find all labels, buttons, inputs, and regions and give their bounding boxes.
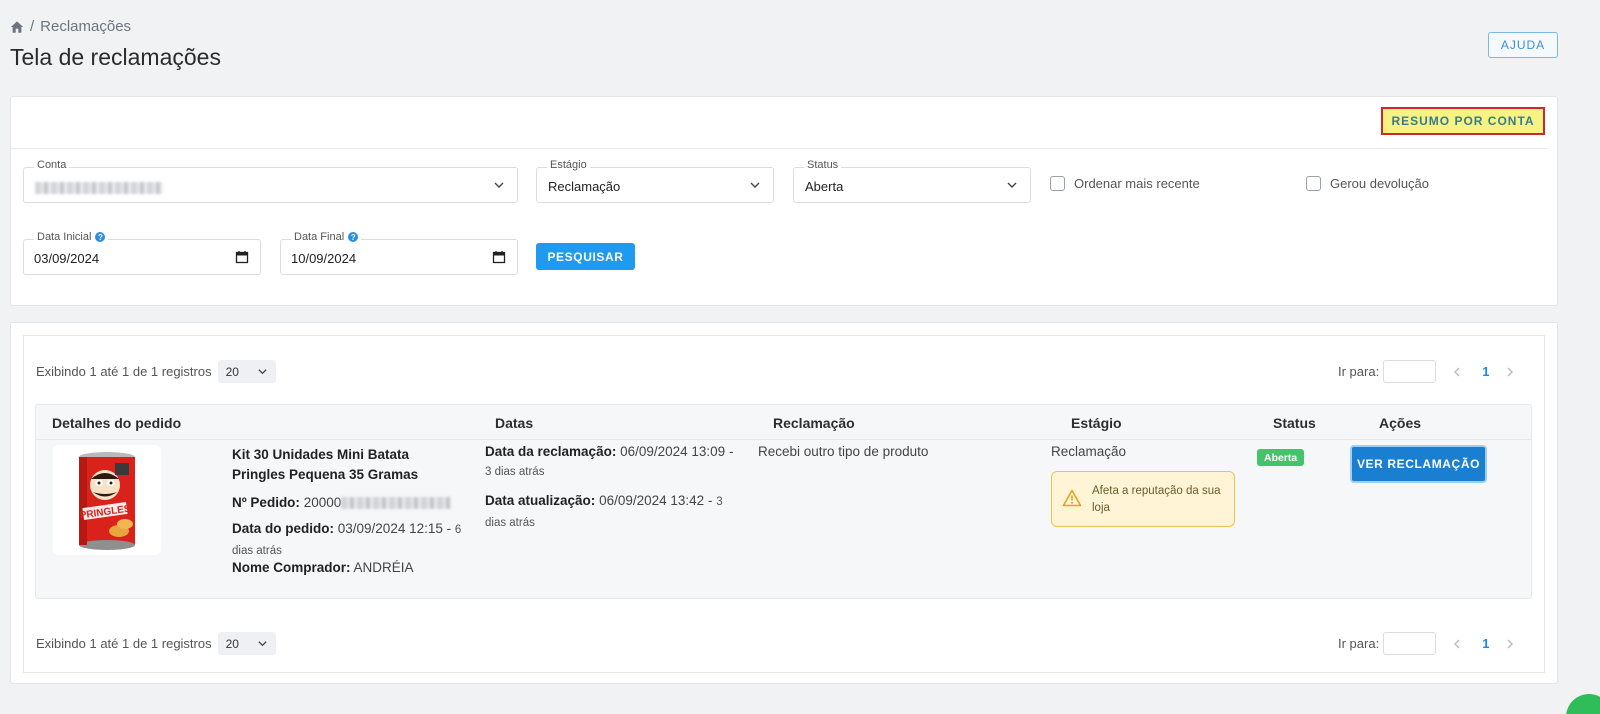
page-size-select[interactable]: 20	[217, 632, 276, 655]
reputation-warning-text: Afeta a reputação da sua loja	[1092, 485, 1221, 514]
chat-widget-icon[interactable]	[1566, 694, 1600, 714]
records-summary: Exibindo 1 até 1 de 1 registros	[36, 636, 212, 651]
header-divider	[36, 439, 1531, 440]
reputation-warning: Afeta a reputação da sua loja	[1051, 471, 1235, 527]
chevron-down-icon	[494, 182, 504, 188]
goto-page-top: Ir para: 1	[1338, 360, 1517, 383]
column-header: Status	[1273, 415, 1316, 431]
page-title: Tela de reclamações	[10, 44, 221, 70]
chevron-right-icon[interactable]	[1503, 637, 1517, 651]
status-value: Aberta	[805, 179, 844, 194]
breadcrumb-current: Reclamações	[40, 18, 132, 35]
order-date: Data do pedido: 03/09/2024 12:15 - 6 dia…	[232, 521, 462, 557]
chevron-down-icon	[257, 369, 267, 375]
sort-recent-label: Ordenar mais recente	[1074, 176, 1200, 191]
chevron-left-icon[interactable]	[1450, 365, 1464, 379]
help-button[interactable]: AJUDA	[1488, 32, 1558, 58]
pagination-top: Exibindo 1 até 1 de 1 registros 20	[36, 360, 276, 383]
return-generated-checkbox[interactable]	[1306, 176, 1321, 191]
claim-date: Data da reclamação: 06/09/2024 13:09 - 3…	[485, 444, 734, 478]
claim-reason: Recebi outro tipo de produto	[758, 444, 929, 459]
page-size-select[interactable]: 20	[217, 360, 276, 383]
column-header: Datas	[495, 415, 534, 431]
breadcrumb-separator: /	[30, 18, 35, 35]
column-header: Estágio	[1071, 415, 1122, 431]
records-summary: Exibindo 1 até 1 de 1 registros	[36, 364, 212, 379]
chevron-down-icon	[257, 641, 267, 647]
home-icon[interactable]	[10, 20, 24, 34]
product-image[interactable]: PRINGLES	[53, 445, 161, 555]
calendar-icon[interactable]	[235, 250, 249, 264]
start-date-field[interactable]: Data Inicial ? 03/09/2024	[23, 231, 261, 275]
pringles-can-image: PRINGLES	[53, 445, 161, 555]
help-circle-icon[interactable]: ?	[95, 232, 106, 242]
start-date-value: 03/09/2024	[34, 251, 100, 266]
account-value-redacted	[35, 181, 163, 194]
search-button[interactable]: PESQUISAR	[536, 243, 635, 270]
update-date: Data atualização: 06/09/2024 13:42 - 3 d…	[485, 493, 723, 529]
goto-page-bottom: Ir para: 1	[1338, 632, 1517, 655]
account-value	[35, 179, 163, 194]
status-label: Status	[804, 159, 842, 171]
breadcrumb: / Reclamações	[10, 18, 131, 35]
current-page[interactable]: 1	[1482, 364, 1489, 379]
goto-label: Ir para:	[1338, 364, 1380, 379]
chevron-right-icon[interactable]	[1503, 365, 1517, 379]
stage-label: Estágio	[547, 159, 590, 171]
summary-by-account-button[interactable]: RESUMO POR CONTA	[1381, 107, 1545, 135]
summary-by-account-label: RESUMO POR CONTA	[1391, 114, 1535, 128]
product-name[interactable]: Kit 30 Unidades Mini Batata Pringles Peq…	[232, 445, 442, 485]
view-claim-button[interactable]: VER RECLAMAÇÃO	[1350, 445, 1487, 483]
column-header: Ações	[1379, 415, 1422, 431]
goto-page-input[interactable]	[1383, 360, 1437, 383]
order-number-redacted	[341, 497, 452, 510]
current-page[interactable]: 1	[1482, 636, 1489, 651]
warning-icon	[1062, 489, 1082, 507]
buyer-name: Nome Comprador: ANDRÉIA	[232, 560, 414, 575]
chevron-down-icon	[750, 182, 760, 188]
filter-divider	[10, 148, 1547, 149]
column-header: Detalhes do pedido	[52, 415, 182, 431]
help-circle-icon[interactable]: ?	[348, 232, 359, 242]
account-select[interactable]: Conta	[23, 159, 518, 203]
stage-value: Reclamação	[548, 179, 621, 194]
pagination-bottom: Exibindo 1 até 1 de 1 registros 20	[36, 632, 276, 655]
start-date-label: Data Inicial ?	[34, 231, 109, 243]
stage-select[interactable]: Estágio Reclamação	[536, 159, 774, 203]
sort-recent-checkbox[interactable]	[1050, 176, 1065, 191]
column-header: Reclamação	[773, 415, 855, 431]
end-date-field[interactable]: Data Final ? 10/09/2024	[280, 231, 518, 275]
goto-label: Ir para:	[1338, 636, 1380, 651]
status-badge: Aberta	[1257, 449, 1305, 466]
end-date-label: Data Final ?	[291, 231, 362, 243]
claim-stage: Reclamação	[1051, 444, 1127, 459]
chevron-down-icon	[1007, 182, 1017, 188]
chevron-left-icon[interactable]	[1450, 637, 1464, 651]
return-generated-label: Gerou devolução	[1330, 176, 1430, 191]
account-label: Conta	[34, 159, 70, 171]
calendar-icon[interactable]	[492, 250, 506, 264]
return-generated-option[interactable]: Gerou devolução	[1306, 176, 1429, 191]
order-number: Nº Pedido: 20000	[232, 493, 452, 512]
claims-table: Detalhes do pedido Datas Reclamação Está…	[35, 404, 1532, 599]
goto-page-input[interactable]	[1383, 632, 1437, 655]
sort-recent-option[interactable]: Ordenar mais recente	[1050, 176, 1200, 191]
end-date-value: 10/09/2024	[291, 251, 357, 266]
status-select[interactable]: Status Aberta	[793, 159, 1031, 203]
